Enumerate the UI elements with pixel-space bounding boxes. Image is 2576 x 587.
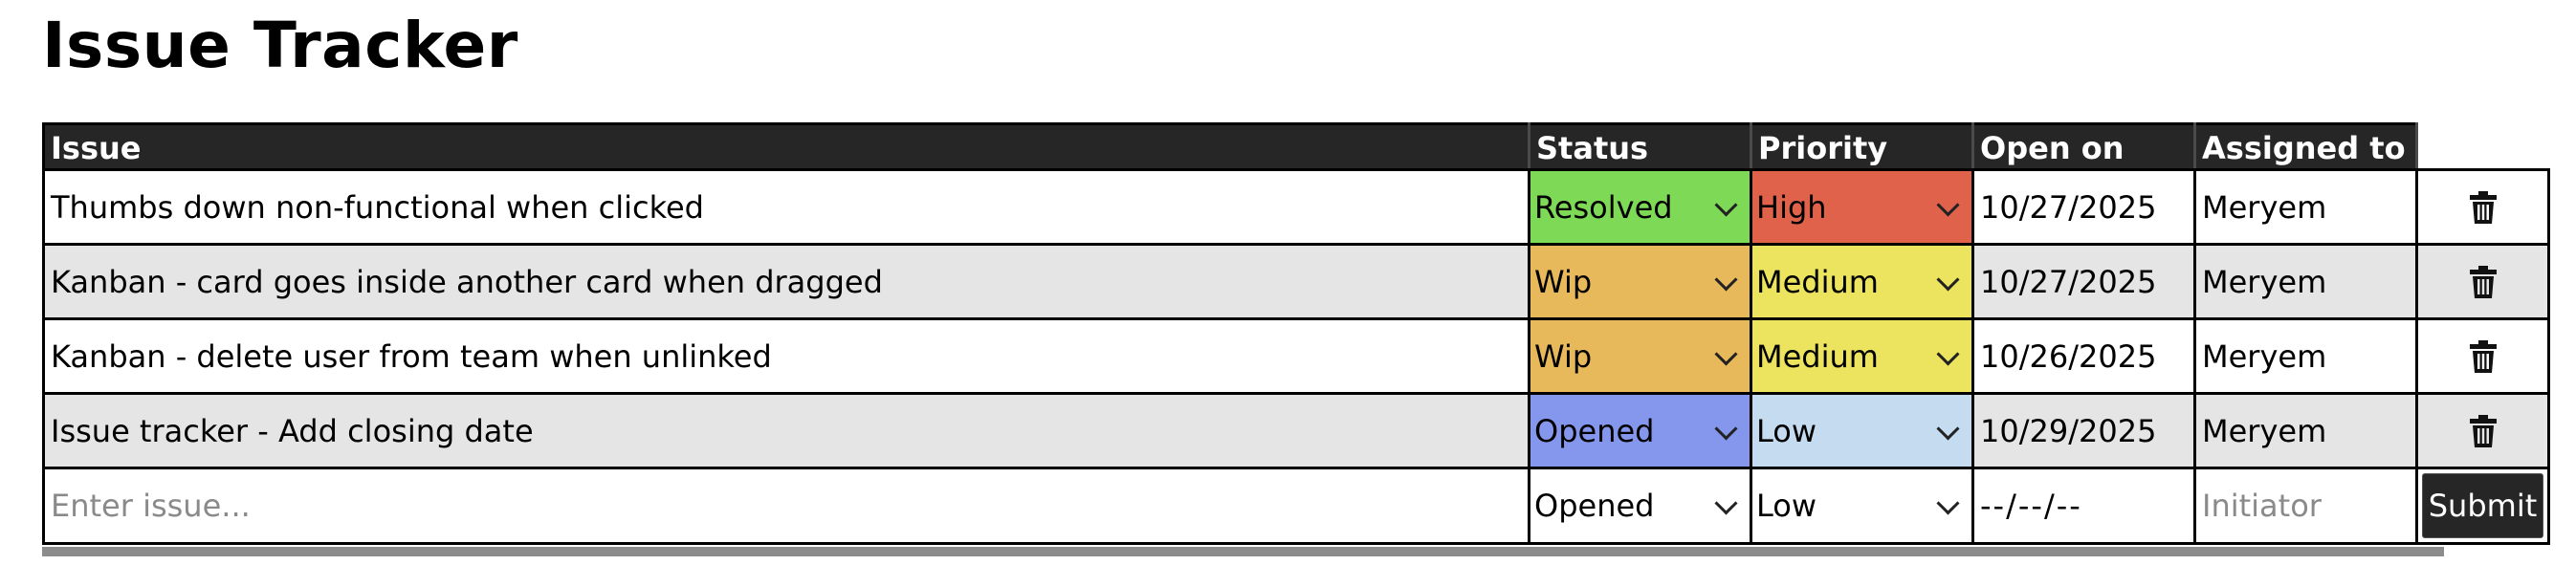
new-issue-row: Enter issue... Opened Low --/--/-- Initi… bbox=[42, 467, 2550, 545]
issue-cell: Kanban - delete user from team when unli… bbox=[42, 317, 1530, 395]
priority-select[interactable]: High bbox=[1750, 168, 1974, 246]
status-value: Wip bbox=[1534, 337, 1593, 375]
status-value: Resolved bbox=[1534, 188, 1673, 226]
header-status: Status bbox=[1528, 122, 1752, 171]
chevron-down-icon bbox=[1936, 491, 1960, 515]
delete-cell bbox=[2415, 243, 2550, 320]
trash-icon bbox=[2469, 339, 2497, 373]
priority-value: High bbox=[1756, 188, 1827, 226]
open-on-cell: 10/26/2025 bbox=[1971, 317, 2196, 395]
delete-button[interactable] bbox=[2420, 397, 2546, 466]
new-priority-value: Low bbox=[1756, 488, 1817, 524]
chevron-down-icon bbox=[1936, 341, 1960, 366]
table-row: Kanban - card goes inside another card w… bbox=[42, 243, 2550, 320]
trash-icon bbox=[2469, 265, 2497, 298]
assigned-to-cell: Meryem bbox=[2193, 243, 2418, 320]
chevron-down-icon bbox=[1714, 267, 1738, 292]
header-open-on: Open on bbox=[1971, 122, 2196, 171]
trash-icon bbox=[2469, 414, 2497, 447]
chevron-down-icon bbox=[1714, 491, 1738, 515]
issue-input-placeholder: Enter issue... bbox=[51, 488, 251, 524]
delete-cell bbox=[2415, 392, 2550, 469]
header-priority: Priority bbox=[1750, 122, 1974, 171]
status-select[interactable]: Resolved bbox=[1528, 168, 1752, 246]
header-actions bbox=[2415, 123, 2549, 171]
open-on-cell: 10/29/2025 bbox=[1971, 392, 2196, 469]
status-value: Opened bbox=[1534, 412, 1655, 449]
priority-select[interactable]: Low bbox=[1750, 392, 1974, 469]
date-input-placeholder: --/--/-- bbox=[1980, 488, 2082, 524]
priority-value: Medium bbox=[1756, 337, 1879, 375]
new-status-value: Opened bbox=[1534, 488, 1655, 524]
header-assigned-to: Assigned to bbox=[2193, 122, 2418, 171]
issue-table: Issue Status Priority Open on Assigned t… bbox=[42, 122, 2550, 545]
submit-cell: Submit bbox=[2415, 467, 2550, 545]
chevron-down-icon bbox=[1936, 416, 1960, 441]
issue-cell: Thumbs down non-functional when clicked bbox=[42, 168, 1530, 246]
delete-button[interactable] bbox=[2420, 173, 2546, 242]
assigned-to-cell: Meryem bbox=[2193, 392, 2418, 469]
delete-button[interactable] bbox=[2420, 322, 2546, 391]
initiator-input-placeholder: Initiator bbox=[2202, 488, 2322, 524]
priority-select[interactable]: Medium bbox=[1750, 317, 1974, 395]
status-select[interactable]: Opened bbox=[1528, 392, 1752, 469]
table-row: Kanban - delete user from team when unli… bbox=[42, 317, 2550, 395]
assigned-to-cell: Meryem bbox=[2193, 168, 2418, 246]
status-select[interactable]: Wip bbox=[1528, 317, 1752, 395]
header-issue: Issue bbox=[42, 122, 1530, 171]
issue-input[interactable]: Enter issue... bbox=[42, 467, 1530, 545]
table-bottom-bar bbox=[42, 547, 2444, 556]
new-priority-select[interactable]: Low bbox=[1750, 467, 1974, 545]
page-title: Issue Tracker bbox=[42, 9, 518, 82]
status-select[interactable]: Wip bbox=[1528, 243, 1752, 320]
submit-button[interactable]: Submit bbox=[2422, 473, 2543, 538]
delete-cell bbox=[2415, 168, 2550, 246]
chevron-down-icon bbox=[1936, 192, 1960, 217]
new-status-select[interactable]: Opened bbox=[1528, 467, 1752, 545]
chevron-down-icon bbox=[1714, 341, 1738, 366]
issue-cell: Kanban - card goes inside another card w… bbox=[42, 243, 1530, 320]
open-on-cell: 10/27/2025 bbox=[1971, 168, 2196, 246]
table-row: Issue tracker - Add closing date Opened … bbox=[42, 392, 2550, 469]
assigned-to-cell: Meryem bbox=[2193, 317, 2418, 395]
table-header-row: Issue Status Priority Open on Assigned t… bbox=[42, 122, 2549, 171]
chevron-down-icon bbox=[1714, 416, 1738, 441]
trash-icon bbox=[2469, 190, 2497, 224]
chevron-down-icon bbox=[1714, 192, 1738, 217]
issue-cell: Issue tracker - Add closing date bbox=[42, 392, 1530, 469]
priority-value: Medium bbox=[1756, 263, 1879, 300]
priority-value: Low bbox=[1756, 412, 1817, 449]
delete-button[interactable] bbox=[2420, 248, 2546, 316]
date-input[interactable]: --/--/-- bbox=[1971, 467, 2196, 545]
initiator-input[interactable]: Initiator bbox=[2193, 467, 2418, 545]
chevron-down-icon bbox=[1936, 267, 1960, 292]
status-value: Wip bbox=[1534, 263, 1593, 300]
table-row: Thumbs down non-functional when clicked … bbox=[42, 168, 2550, 246]
priority-select[interactable]: Medium bbox=[1750, 243, 1974, 320]
delete-cell bbox=[2415, 317, 2550, 395]
open-on-cell: 10/27/2025 bbox=[1971, 243, 2196, 320]
